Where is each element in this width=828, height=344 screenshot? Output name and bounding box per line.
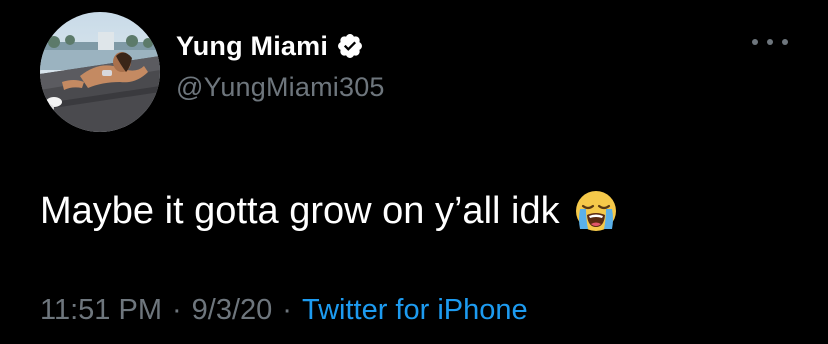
tweet-date[interactable]: 9/3/20	[192, 290, 273, 330]
tweet-source-link[interactable]: Twitter for iPhone	[302, 290, 528, 330]
more-dot	[782, 39, 788, 45]
more-dot	[752, 39, 758, 45]
meta-separator: ·	[282, 294, 292, 326]
display-name[interactable]: Yung Miami	[176, 31, 328, 62]
more-dot	[767, 39, 773, 45]
loudly-crying-face-icon	[574, 189, 618, 233]
meta-separator: ·	[171, 294, 182, 326]
tweet: Yung Miami @YungMiami305 Maybe it gotta …	[0, 0, 828, 344]
author-row: Yung Miami	[176, 28, 364, 64]
more-horizontal-icon[interactable]	[750, 30, 790, 54]
avatar[interactable]	[40, 12, 160, 132]
profile-photo	[40, 12, 160, 132]
tweet-text: Maybe it gotta grow on y’all idk	[40, 186, 618, 236]
tweet-body: Maybe it gotta grow on y’all idk	[40, 190, 560, 232]
user-handle[interactable]: @YungMiami305	[176, 72, 385, 103]
verified-badge-icon	[336, 32, 364, 60]
tweet-time[interactable]: 11:51 PM	[40, 290, 162, 330]
tweet-meta: 11:51 PM · 9/3/20 · Twitter for iPhone	[40, 290, 528, 330]
